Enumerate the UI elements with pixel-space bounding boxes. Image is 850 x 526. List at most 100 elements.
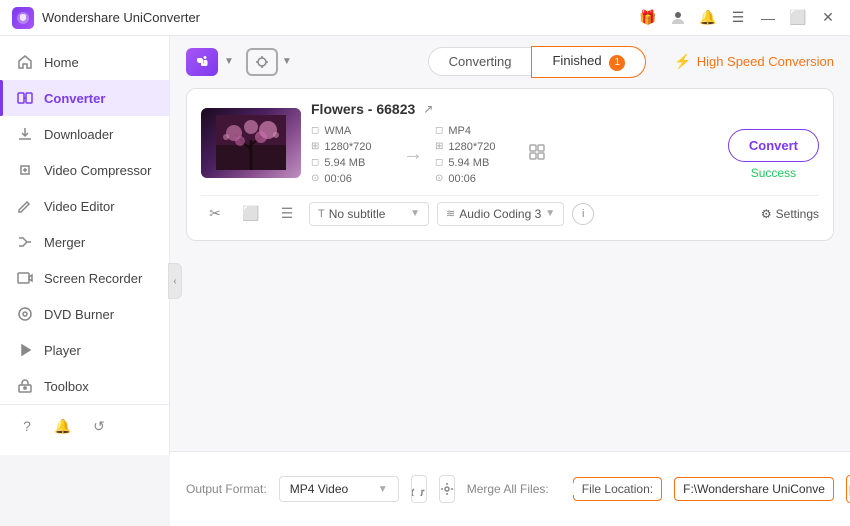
sidebar-label-merger: Merger <box>44 235 85 250</box>
file-card: Flowers - 66823 ↗ ◻ WMA <box>186 88 834 241</box>
maximize-icon[interactable]: ⬜ <box>788 8 808 28</box>
sidebar-label-dvd: DVD Burner <box>44 307 114 322</box>
settings-preset-icon[interactable] <box>439 475 455 503</box>
bell-icon[interactable]: 🔔 <box>698 8 718 28</box>
target-meta: ◻ MP4 ⊞ 1280*720 ◻ 5.94 MB <box>435 125 515 185</box>
target-resolution-icon: ⊞ <box>435 141 443 152</box>
sidebar-footer: ? 🔔 ↺ <box>0 404 169 447</box>
merge-label: Merge All Files: <box>467 482 549 496</box>
file-title-row: Flowers - 66823 ↗ <box>311 101 819 117</box>
high-speed-button[interactable]: ⚡ High Speed Conversion <box>674 53 834 70</box>
sidebar-item-video-editor[interactable]: Video Editor <box>0 188 169 224</box>
app-logo <box>12 7 34 29</box>
subtitle-dropdown-arrow: ▼ <box>410 208 420 219</box>
compressor-icon <box>16 161 34 179</box>
settings-label: Settings <box>776 207 819 221</box>
subtitle-select[interactable]: T No subtitle ▼ <box>309 202 429 226</box>
subtitle-icon: T <box>318 208 325 220</box>
source-format: ◻ WMA <box>311 125 391 137</box>
file-name: Flowers - 66823 <box>311 101 415 117</box>
folder-open-button[interactable]: 📁 <box>846 475 850 503</box>
format-settings-icon[interactable] <box>527 142 547 167</box>
content-area: ▼ ▼ Converting Finished 1 ⚡ High Speed C… <box>170 36 850 526</box>
tab-converting[interactable]: Converting <box>428 47 532 76</box>
titlebar-controls: 🎁 🔔 ☰ — ⬜ ✕ <box>638 8 838 28</box>
sidebar: Home Converter Downloader Video Compress… <box>0 36 170 455</box>
source-meta: ◻ WMA ⊞ 1280*720 ◻ 5.94 MB <box>311 125 391 185</box>
crop-icon-btn[interactable]: ⬜ <box>237 200 265 228</box>
sidebar-collapse-btn[interactable]: ‹ <box>168 263 182 299</box>
target-resolution: ⊞ 1280*720 <box>435 141 515 153</box>
target-size-icon: ◻ <box>435 157 443 168</box>
downloader-icon <box>16 125 34 143</box>
sidebar-item-converter[interactable]: Converter <box>0 80 169 116</box>
format-icon: ◻ <box>311 125 319 136</box>
settings-gear-icon: ⚙ <box>761 207 772 221</box>
output-format-select[interactable]: MP4 Video ▼ <box>279 476 399 502</box>
audio-select[interactable]: ≋ Audio Coding 3 ▼ <box>437 202 564 226</box>
sidebar-label-recorder: Screen Recorder <box>44 271 142 286</box>
sidebar-label-compressor: Video Compressor <box>44 163 151 178</box>
convert-button[interactable]: Convert <box>728 129 819 162</box>
sidebar-item-merger[interactable]: Merger <box>0 224 169 260</box>
sidebar-label-toolbox: Toolbox <box>44 379 89 394</box>
sidebar-item-downloader[interactable]: Downloader <box>0 116 169 152</box>
sidebar-item-toolbox[interactable]: Toolbox <box>0 368 169 404</box>
target-size: ◻ 5.94 MB <box>435 157 515 169</box>
add-screen-icon <box>246 48 278 76</box>
file-thumbnail <box>201 108 301 178</box>
notification-icon[interactable]: 🔔 <box>52 415 74 437</box>
sidebar-item-dvd-burner[interactable]: DVD Burner <box>0 296 169 332</box>
sidebar-label-home: Home <box>44 55 79 70</box>
toolbox-icon <box>16 377 34 395</box>
bolt-icon: ⚡ <box>674 53 691 70</box>
source-duration: ⊙ 00:06 <box>311 173 391 185</box>
file-info: Flowers - 66823 ↗ ◻ WMA <box>311 101 819 185</box>
tab-finished[interactable]: Finished 1 <box>531 46 646 78</box>
add-screen-button[interactable]: ▼ <box>246 48 292 76</box>
sidebar-item-home[interactable]: Home <box>0 44 169 80</box>
cut-icon-btn[interactable]: ✂ <box>201 200 229 228</box>
convert-arrow-icon: → <box>403 143 423 166</box>
open-file-icon[interactable]: ↗ <box>423 102 433 116</box>
refresh-settings-icon[interactable] <box>411 475 427 503</box>
feedback-icon[interactable]: ↺ <box>88 415 110 437</box>
help-icon[interactable]: ? <box>16 415 38 437</box>
user-icon[interactable] <box>668 8 688 28</box>
resolution-icon: ⊞ <box>311 141 319 152</box>
duration-icon: ⊙ <box>311 173 319 184</box>
add-files-button[interactable]: ▼ <box>186 48 234 76</box>
sidebar-label-downloader: Downloader <box>44 127 113 142</box>
merger-icon <box>16 233 34 251</box>
minimize-icon[interactable]: — <box>758 8 778 28</box>
converter-icon <box>16 89 34 107</box>
main-layout: Home Converter Downloader Video Compress… <box>0 36 850 526</box>
thumbnail-image <box>201 108 301 178</box>
close-icon[interactable]: ✕ <box>818 8 838 28</box>
menu-icon[interactable]: ☰ <box>728 8 748 28</box>
gift-icon[interactable]: 🎁 <box>638 8 658 28</box>
recorder-icon <box>16 269 34 287</box>
more-icon-btn[interactable]: ☰ <box>273 200 301 228</box>
sidebar-item-video-compressor[interactable]: Video Compressor <box>0 152 169 188</box>
add-files-dropdown-arrow: ▼ <box>224 56 234 67</box>
output-format-arrow: ▼ <box>378 484 388 495</box>
file-meta-row: ◻ WMA ⊞ 1280*720 ◻ 5.94 MB <box>311 125 819 185</box>
target-duration: ⊙ 00:06 <box>435 173 515 185</box>
sidebar-label-editor: Video Editor <box>44 199 115 214</box>
audio-waveform-icon: ≋ <box>446 207 455 220</box>
file-list: Flowers - 66823 ↗ ◻ WMA <box>170 88 850 452</box>
settings-button[interactable]: ⚙ Settings <box>761 207 819 221</box>
output-format-label: Output Format: <box>186 482 267 496</box>
file-card-top: Flowers - 66823 ↗ ◻ WMA <box>201 101 819 185</box>
file-path-input[interactable] <box>674 477 834 501</box>
dvd-icon <box>16 305 34 323</box>
info-icon-btn[interactable]: i <box>572 203 594 225</box>
success-status: Success <box>751 166 796 180</box>
toolbar: ▼ ▼ Converting Finished 1 ⚡ High Speed C… <box>170 36 850 88</box>
sidebar-item-screen-recorder[interactable]: Screen Recorder <box>0 260 169 296</box>
source-size: ◻ 5.94 MB <box>311 157 391 169</box>
file-location-label: File Location: <box>573 477 662 501</box>
sidebar-item-player[interactable]: Player <box>0 332 169 368</box>
sidebar-wrapper: Home Converter Downloader Video Compress… <box>0 36 170 526</box>
